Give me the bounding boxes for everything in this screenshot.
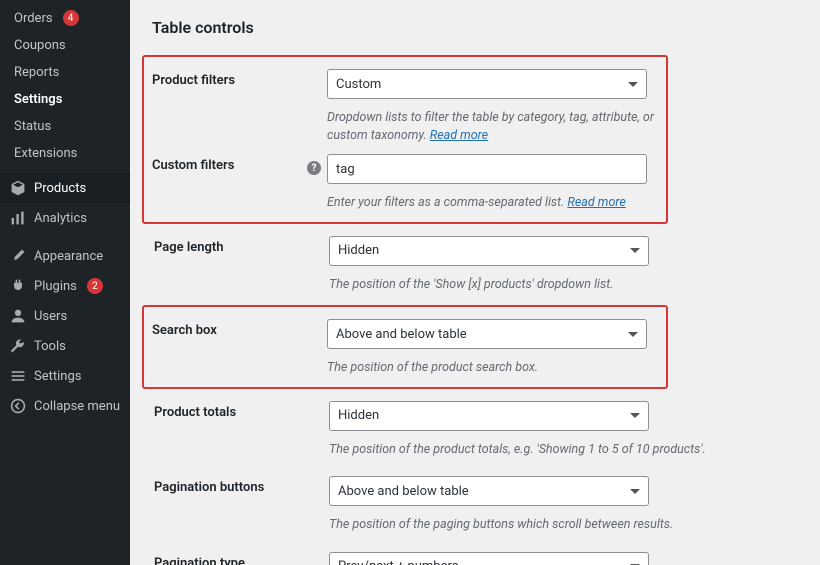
wrench-icon (10, 338, 26, 354)
custom-filters-readmore[interactable]: Read more (567, 195, 625, 210)
chevron-down-icon (628, 82, 638, 87)
custom-filters-label: Custom filters (152, 154, 327, 173)
chevron-down-icon (628, 332, 638, 337)
sidebar-item-orders[interactable]: Orders 4 (0, 4, 130, 32)
pagination-buttons-desc: The position of the paging buttons which… (329, 516, 798, 534)
chevron-down-icon (630, 489, 640, 494)
sidebar-item-plugins[interactable]: Plugins 2 (0, 271, 130, 301)
user-icon (10, 308, 26, 324)
product-totals-label: Product totals (154, 401, 329, 420)
product-totals-desc: The position of the product totals, e.g.… (329, 441, 798, 459)
product-totals-select[interactable]: Hidden (329, 401, 649, 431)
orders-badge: 4 (63, 10, 79, 26)
chevron-down-icon (630, 248, 640, 253)
sidebar-item-tools[interactable]: Tools (0, 331, 130, 361)
page-title: Table controls (152, 18, 798, 37)
brush-icon (10, 248, 26, 264)
plugins-badge: 2 (87, 278, 103, 294)
sidebar-item-settings-sub[interactable]: Settings (0, 86, 130, 113)
admin-sidebar: Orders 4 Coupons Reports Settings Status… (0, 0, 130, 565)
search-box-select[interactable]: Above and below table (327, 319, 647, 349)
collapse-icon (10, 398, 26, 414)
pagination-type-select[interactable]: Prev/next + numbers (329, 552, 649, 565)
box-icon (10, 180, 26, 196)
sidebar-item-reports[interactable]: Reports (0, 59, 130, 86)
product-filters-label: Product filters (152, 69, 327, 88)
pagination-buttons-select[interactable]: Above and below table (329, 476, 649, 506)
search-box-label: Search box (152, 319, 327, 338)
chart-icon (10, 210, 26, 226)
sidebar-item-extensions[interactable]: Extensions (0, 140, 130, 167)
pagination-buttons-label: Pagination buttons (154, 476, 329, 495)
sidebar-item-label: Orders (14, 11, 53, 26)
custom-filters-input[interactable]: tag (327, 154, 647, 184)
sidebar-item-settings[interactable]: Settings (0, 361, 130, 391)
sidebar-item-status[interactable]: Status (0, 113, 130, 140)
product-filters-readmore[interactable]: Read more (430, 128, 488, 143)
page-length-select[interactable]: Hidden (329, 236, 649, 266)
highlight-filters: Product filters Custom Dropdown lists to… (142, 55, 668, 224)
product-filters-desc: Dropdown lists to filter the table by ca… (327, 109, 658, 144)
sidebar-item-coupons[interactable]: Coupons (0, 32, 130, 59)
pagination-type-label: Pagination type (154, 552, 329, 565)
plug-icon (10, 278, 26, 294)
main-content: Table controls Product filters Custom Dr… (130, 0, 820, 565)
custom-filters-desc: Enter your filters as a comma-separated … (327, 194, 658, 212)
page-length-label: Page length (154, 236, 329, 255)
sliders-icon (10, 368, 26, 384)
sidebar-item-appearance[interactable]: Appearance (0, 241, 130, 271)
sidebar-item-users[interactable]: Users (0, 301, 130, 331)
sidebar-item-products[interactable]: Products (0, 173, 130, 203)
search-box-desc: The position of the product search box. (327, 359, 658, 377)
sidebar-item-analytics[interactable]: Analytics (0, 203, 130, 233)
highlight-searchbox: Search box Above and below table The pos… (142, 305, 668, 389)
sidebar-collapse[interactable]: Collapse menu (0, 391, 130, 421)
chevron-down-icon (630, 413, 640, 418)
page-length-desc: The position of the 'Show [x] products' … (329, 276, 798, 294)
help-icon[interactable]: ? (307, 161, 321, 175)
product-filters-select[interactable]: Custom (327, 69, 647, 99)
